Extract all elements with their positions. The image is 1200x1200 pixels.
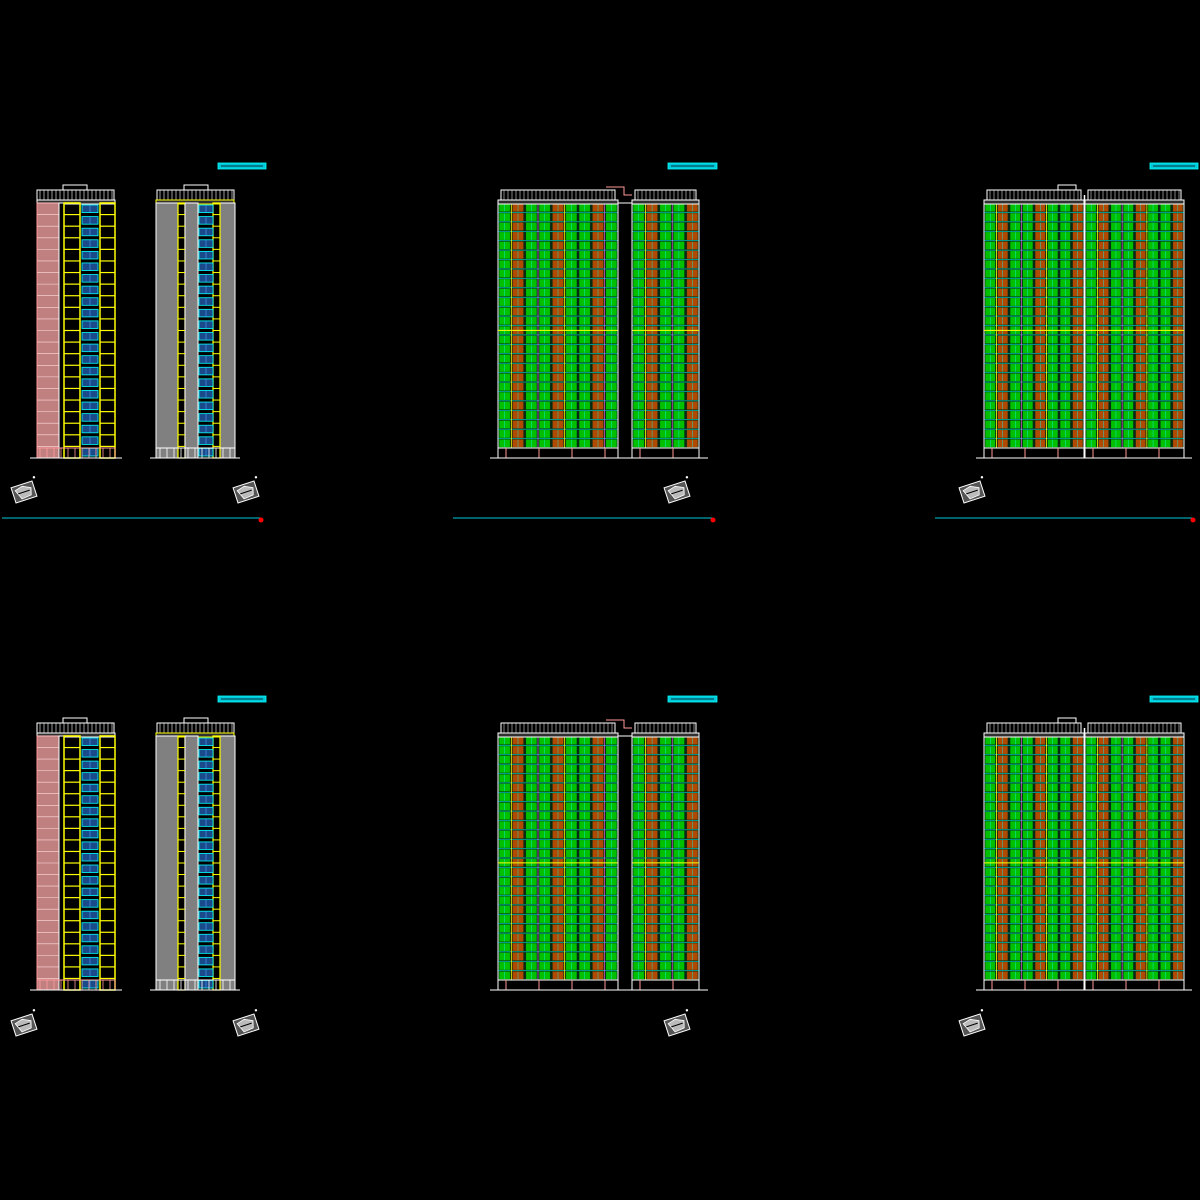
roof-railing bbox=[500, 722, 616, 734]
roof-railing bbox=[36, 722, 115, 734]
roof-slab bbox=[1084, 199, 1185, 205]
core-gap bbox=[617, 735, 633, 991]
roof-railing bbox=[156, 722, 235, 734]
north-dot bbox=[254, 476, 258, 479]
side-elevation-a bbox=[30, 717, 122, 991]
front-elevation-right-wing bbox=[631, 189, 700, 459]
core-gap bbox=[617, 202, 633, 459]
gray-wall-panel bbox=[219, 735, 236, 991]
front-elevation-right-wing bbox=[631, 722, 700, 991]
roof-slab bbox=[497, 199, 619, 205]
north-dot bbox=[980, 476, 984, 479]
gray-wall-panel bbox=[155, 735, 179, 991]
ground-floor bbox=[631, 447, 700, 459]
sheet-top-middle bbox=[490, 162, 718, 459]
roof-railing bbox=[634, 722, 697, 734]
ground-floor bbox=[983, 979, 1085, 991]
roof-slab bbox=[983, 199, 1085, 205]
north-arrow-icon bbox=[663, 476, 691, 504]
sheet-bottom-middle bbox=[490, 695, 718, 991]
side-elevation-b bbox=[150, 184, 240, 459]
roof-railing bbox=[500, 189, 616, 201]
roof-machine-room bbox=[183, 184, 209, 191]
north-arrow-icon bbox=[958, 476, 986, 504]
cad-drawing-canvas bbox=[2, 162, 1199, 1037]
elevation-sheets-layer bbox=[30, 162, 1199, 991]
north-arrow-icon bbox=[10, 1009, 38, 1037]
north-arrow-icon bbox=[958, 1009, 986, 1037]
side-elevation-a bbox=[30, 184, 122, 459]
north-dot bbox=[685, 476, 689, 479]
gray-wall-panel bbox=[184, 202, 199, 459]
roof-slab bbox=[1084, 732, 1185, 738]
north-dot bbox=[32, 1009, 36, 1012]
location-marker-icon bbox=[1190, 517, 1196, 523]
north-dot bbox=[980, 1009, 984, 1012]
north-dot bbox=[685, 1009, 689, 1012]
north-arrow-icon bbox=[10, 476, 38, 504]
sheet-top-left bbox=[30, 162, 267, 459]
location-marker-icon bbox=[258, 517, 264, 523]
front-elevation-left-half bbox=[983, 722, 1085, 991]
roof-machine-room bbox=[62, 717, 88, 724]
ground-floor bbox=[497, 979, 619, 991]
roof-machine-room bbox=[1057, 717, 1077, 724]
roof-railing bbox=[36, 189, 115, 201]
sheet-bottom-right bbox=[976, 695, 1199, 991]
roof-slab bbox=[497, 732, 619, 738]
roof-machine-room bbox=[62, 184, 88, 191]
north-dot bbox=[32, 476, 36, 479]
north-arrow-icon bbox=[232, 476, 260, 504]
stair-roof-outline bbox=[606, 186, 632, 196]
front-elevation-left-wing bbox=[497, 722, 619, 991]
roof-railing bbox=[634, 189, 697, 201]
ground-floor bbox=[1084, 447, 1185, 459]
location-marker-icon bbox=[710, 517, 716, 523]
roof-railing bbox=[156, 189, 235, 201]
north-arrow-icon bbox=[232, 1009, 260, 1037]
roof-slab bbox=[631, 732, 700, 738]
stair-roof-outline bbox=[606, 719, 632, 729]
ground-floor bbox=[983, 447, 1085, 459]
gray-wall-panel bbox=[155, 202, 179, 459]
front-elevation-left-half bbox=[983, 189, 1085, 459]
side-elevation-b bbox=[150, 717, 240, 991]
roof-slab bbox=[983, 732, 1085, 738]
gray-wall-panel bbox=[219, 202, 236, 459]
ground-floor bbox=[497, 447, 619, 459]
sheet-top-right bbox=[976, 162, 1199, 459]
gray-wall-panel bbox=[184, 735, 199, 991]
roof-machine-room bbox=[1057, 184, 1077, 191]
sheet-bottom-left bbox=[30, 695, 267, 991]
north-dot bbox=[254, 1009, 258, 1012]
roof-slab bbox=[631, 199, 700, 205]
roof-machine-room bbox=[183, 717, 209, 724]
front-elevation-left-wing bbox=[497, 189, 619, 459]
guide-lines-layer bbox=[2, 517, 1196, 523]
north-arrow-icon bbox=[663, 1009, 691, 1037]
front-elevation-right-half bbox=[1084, 189, 1185, 459]
front-elevation-right-half bbox=[1084, 722, 1185, 991]
ground-floor bbox=[631, 979, 700, 991]
ground-floor bbox=[1084, 979, 1185, 991]
